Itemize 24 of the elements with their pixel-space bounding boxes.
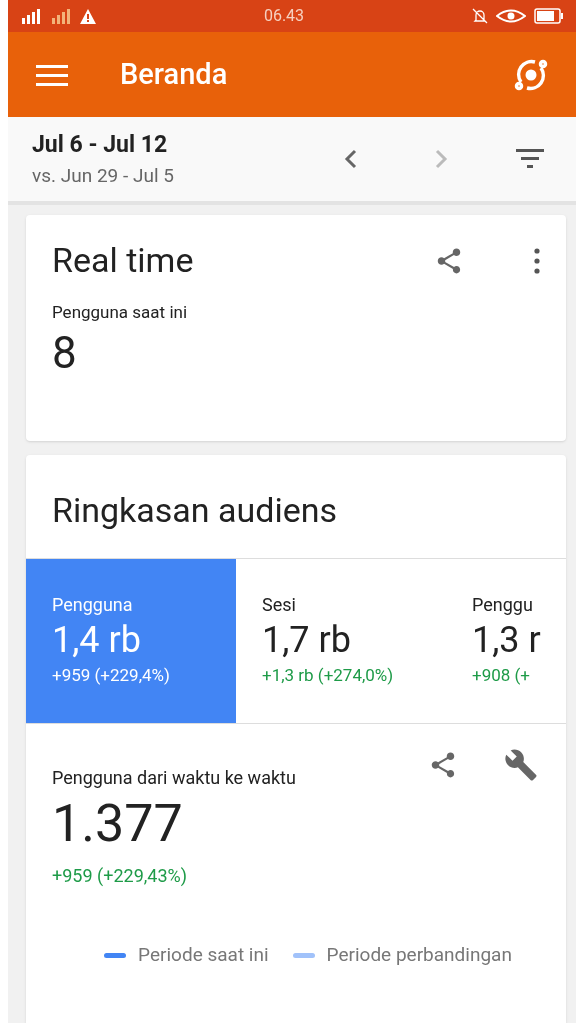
metric-tab[interactable]: Pengguna 1,4 rb +959 (+229,4%) — [26, 559, 236, 723]
card-title: Real time — [52, 239, 194, 282]
battery-icon — [534, 8, 564, 24]
date-range: Jul 6 - Jul 12 — [32, 129, 169, 160]
app-title: Beranda — [120, 55, 228, 93]
metric-value: 8 — [52, 325, 78, 381]
total-value: 1.377 — [51, 792, 184, 856]
wrench-icon[interactable] — [504, 748, 538, 782]
legend-label: Periode saat ini — [138, 942, 269, 968]
target-icon[interactable] — [514, 57, 548, 92]
card-title: Ringkasan audiens — [51, 489, 339, 532]
more-icon[interactable] — [534, 247, 540, 274]
eye-icon — [496, 9, 526, 23]
comparison-range: vs. Jun 29 - Jul 5 — [32, 163, 174, 189]
filter-icon[interactable] — [516, 149, 544, 169]
menu-icon[interactable] — [36, 62, 68, 87]
chevron-left-icon[interactable] — [344, 149, 358, 169]
chart-title: Pengguna dari waktu ke waktu — [52, 766, 296, 790]
total-change: +959 (+229,43%) — [51, 864, 188, 888]
bell-off-icon — [472, 8, 488, 24]
status-time: 06.43 — [263, 5, 305, 27]
warning-icon — [80, 8, 96, 24]
legend-label: Periode perbandingan — [326, 942, 512, 968]
metric-label: Pengguna saat ini — [52, 301, 189, 324]
